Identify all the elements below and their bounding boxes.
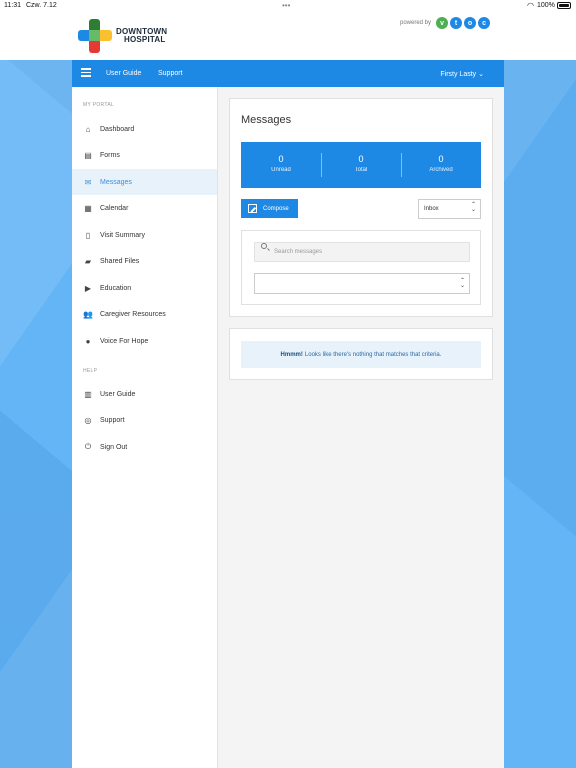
video-icon: ▶ bbox=[84, 283, 92, 293]
stat-archived: 0 Archived bbox=[401, 142, 481, 188]
stat-label: Archived bbox=[429, 167, 453, 173]
sidebar-item-label: User Guide bbox=[100, 390, 136, 398]
powered-by-vtoc: powered by v t o c bbox=[400, 16, 491, 30]
status-bar: 11:31 Czw. 7.12 ••• ◠ 100% bbox=[0, 0, 576, 12]
vtoc-letter: t bbox=[450, 17, 463, 29]
compose-button[interactable]: Compose bbox=[241, 199, 298, 218]
chevron-down-icon: ⌄ bbox=[478, 71, 484, 78]
filter-select[interactable]: ⌃ ⌄ bbox=[254, 273, 470, 294]
sidebar-item-label: Caregiver Resources bbox=[100, 311, 166, 318]
select-arrows-icon: ⌃ ⌄ bbox=[470, 202, 476, 213]
menu-toggle-icon[interactable] bbox=[81, 68, 91, 78]
lifebuoy-icon: ◎ bbox=[84, 416, 92, 425]
power-icon: ⏻ bbox=[84, 442, 92, 451]
calendar-icon: ▦ bbox=[84, 204, 92, 213]
sidebar-item-support[interactable]: ◎ Support bbox=[72, 408, 217, 434]
filter-panel: Search messages ⌃ ⌄ bbox=[241, 230, 481, 305]
cross-logo-icon bbox=[78, 19, 112, 53]
stat-value: 0 bbox=[438, 154, 444, 164]
sidebar-item-label: Voice For Hope bbox=[100, 337, 149, 345]
sidebar-item-messages[interactable]: ✉ Messages bbox=[72, 169, 217, 195]
sidebar-item-calendar[interactable]: ▦ Calendar bbox=[72, 196, 217, 222]
folder-select[interactable]: Inbox ⌃ ⌄ bbox=[418, 199, 481, 219]
status-date: Czw. 7.12 bbox=[26, 2, 57, 9]
sidebar-item-dashboard[interactable]: ⌂ Dashboard bbox=[72, 116, 217, 142]
logo-wordmark: DOWNTOWN HOSPITAL bbox=[116, 28, 167, 44]
sidebar-item-education[interactable]: ▶ Education bbox=[72, 275, 217, 301]
folder-icon: ▰ bbox=[84, 257, 92, 266]
compose-label: Compose bbox=[263, 205, 289, 212]
stat-value: 0 bbox=[358, 154, 364, 164]
sidebar-item-label: Sign Out bbox=[100, 443, 128, 451]
stat-label: Total bbox=[354, 167, 368, 173]
sidebar-item-label: Visit Summary bbox=[100, 231, 145, 239]
sidebar: MY PORTAL ⌂ Dashboard ▤ Forms ✉ Messages ▦ Cale… bbox=[72, 87, 218, 768]
sidebar-item-label: Dashboard bbox=[100, 125, 135, 133]
home-icon: ⌂ bbox=[85, 124, 91, 134]
section-heading-portal: MY PORTAL bbox=[83, 102, 115, 108]
battery-percent: 100% bbox=[537, 2, 555, 9]
hospital-logo[interactable]: DOWNTOWN HOSPITAL bbox=[78, 19, 178, 53]
vtoc-letter: v bbox=[436, 17, 449, 29]
empty-state-notice: Hmmm! Looks like there's nothing that ma… bbox=[241, 341, 481, 368]
sidebar-item-user-guide[interactable]: ▥ User Guide bbox=[72, 381, 217, 407]
search-input[interactable]: Search messages bbox=[254, 242, 470, 262]
vtoc-letter: o bbox=[464, 17, 477, 29]
site-header: DOWNTOWN HOSPITAL powered by v t o c bbox=[0, 12, 576, 60]
nav-support-link[interactable]: Support bbox=[158, 70, 183, 77]
battery-level-fill bbox=[559, 4, 569, 7]
page-title: Messages bbox=[241, 114, 292, 126]
status-time: 11:31 bbox=[4, 2, 21, 9]
sidebar-item-visit-summary[interactable]: ▯ Visit Summary bbox=[72, 222, 217, 248]
results-card: Hmmm! Looks like there's nothing that ma… bbox=[229, 328, 493, 380]
sidebar-item-forms[interactable]: ▤ Forms bbox=[72, 143, 217, 169]
nav-user-guide-link[interactable]: User Guide bbox=[106, 70, 141, 77]
notice-bold: Hmmm! bbox=[280, 351, 303, 358]
book-icon: ▥ bbox=[84, 389, 92, 399]
folder-select-value: Inbox bbox=[424, 206, 439, 212]
sidebar-item-label: Messages bbox=[100, 178, 132, 186]
top-nav: User Guide Support Firsty Lasty ⌄ bbox=[72, 60, 504, 87]
app-container: User Guide Support Firsty Lasty ⌄ MY POR… bbox=[72, 60, 504, 768]
group-icon: 👥 bbox=[83, 310, 93, 319]
forms-icon: ▤ bbox=[84, 151, 92, 160]
message-stats: 0 Unread 0 Total 0 Archived bbox=[241, 142, 481, 188]
select-arrows-icon: ⌃ ⌄ bbox=[459, 278, 465, 289]
sidebar-item-shared-files[interactable]: ▰ Shared Files bbox=[72, 249, 217, 275]
battery-icon bbox=[557, 2, 571, 9]
sidebar-item-caregiver-resources[interactable]: 👥 Caregiver Resources bbox=[72, 302, 217, 328]
wifi-icon: ◠ bbox=[527, 1, 534, 10]
vtoc-letter: c bbox=[478, 17, 491, 29]
stat-value: 0 bbox=[278, 154, 284, 164]
powered-by-label: powered by bbox=[400, 20, 432, 26]
sidebar-item-label: Forms bbox=[100, 152, 120, 159]
multitask-dots-icon[interactable]: ••• bbox=[282, 1, 290, 10]
stat-label: Unread bbox=[271, 167, 291, 173]
sidebar-item-label: Support bbox=[100, 417, 125, 424]
search-icon bbox=[261, 243, 267, 249]
compose-icon bbox=[248, 204, 257, 213]
notice-text: Looks like there's nothing that matches … bbox=[304, 351, 442, 358]
chat-icon: ● bbox=[85, 336, 91, 346]
messages-icon: ✉ bbox=[84, 177, 92, 187]
sidebar-item-label: Shared Files bbox=[100, 258, 140, 265]
document-icon: ▯ bbox=[85, 230, 91, 240]
search-placeholder: Search messages bbox=[274, 249, 323, 255]
stat-total: 0 Total bbox=[321, 142, 401, 188]
section-heading-help: HELP bbox=[83, 368, 98, 374]
sidebar-item-label: Education bbox=[100, 284, 132, 292]
stat-unread: 0 Unread bbox=[241, 142, 321, 188]
messages-card: Messages 0 Unread 0 Total 0 Archived Com… bbox=[229, 98, 493, 317]
user-name: Firsty Lasty bbox=[440, 71, 477, 78]
sidebar-item-voice-for-hope[interactable]: ● Voice For Hope bbox=[72, 328, 217, 354]
sidebar-item-sign-out[interactable]: ⏻ Sign Out bbox=[72, 434, 217, 460]
sidebar-item-label: Calendar bbox=[100, 205, 129, 212]
user-menu[interactable]: Firsty Lasty ⌄ bbox=[440, 70, 484, 78]
logo-line-2: HOSPITAL bbox=[124, 35, 166, 44]
